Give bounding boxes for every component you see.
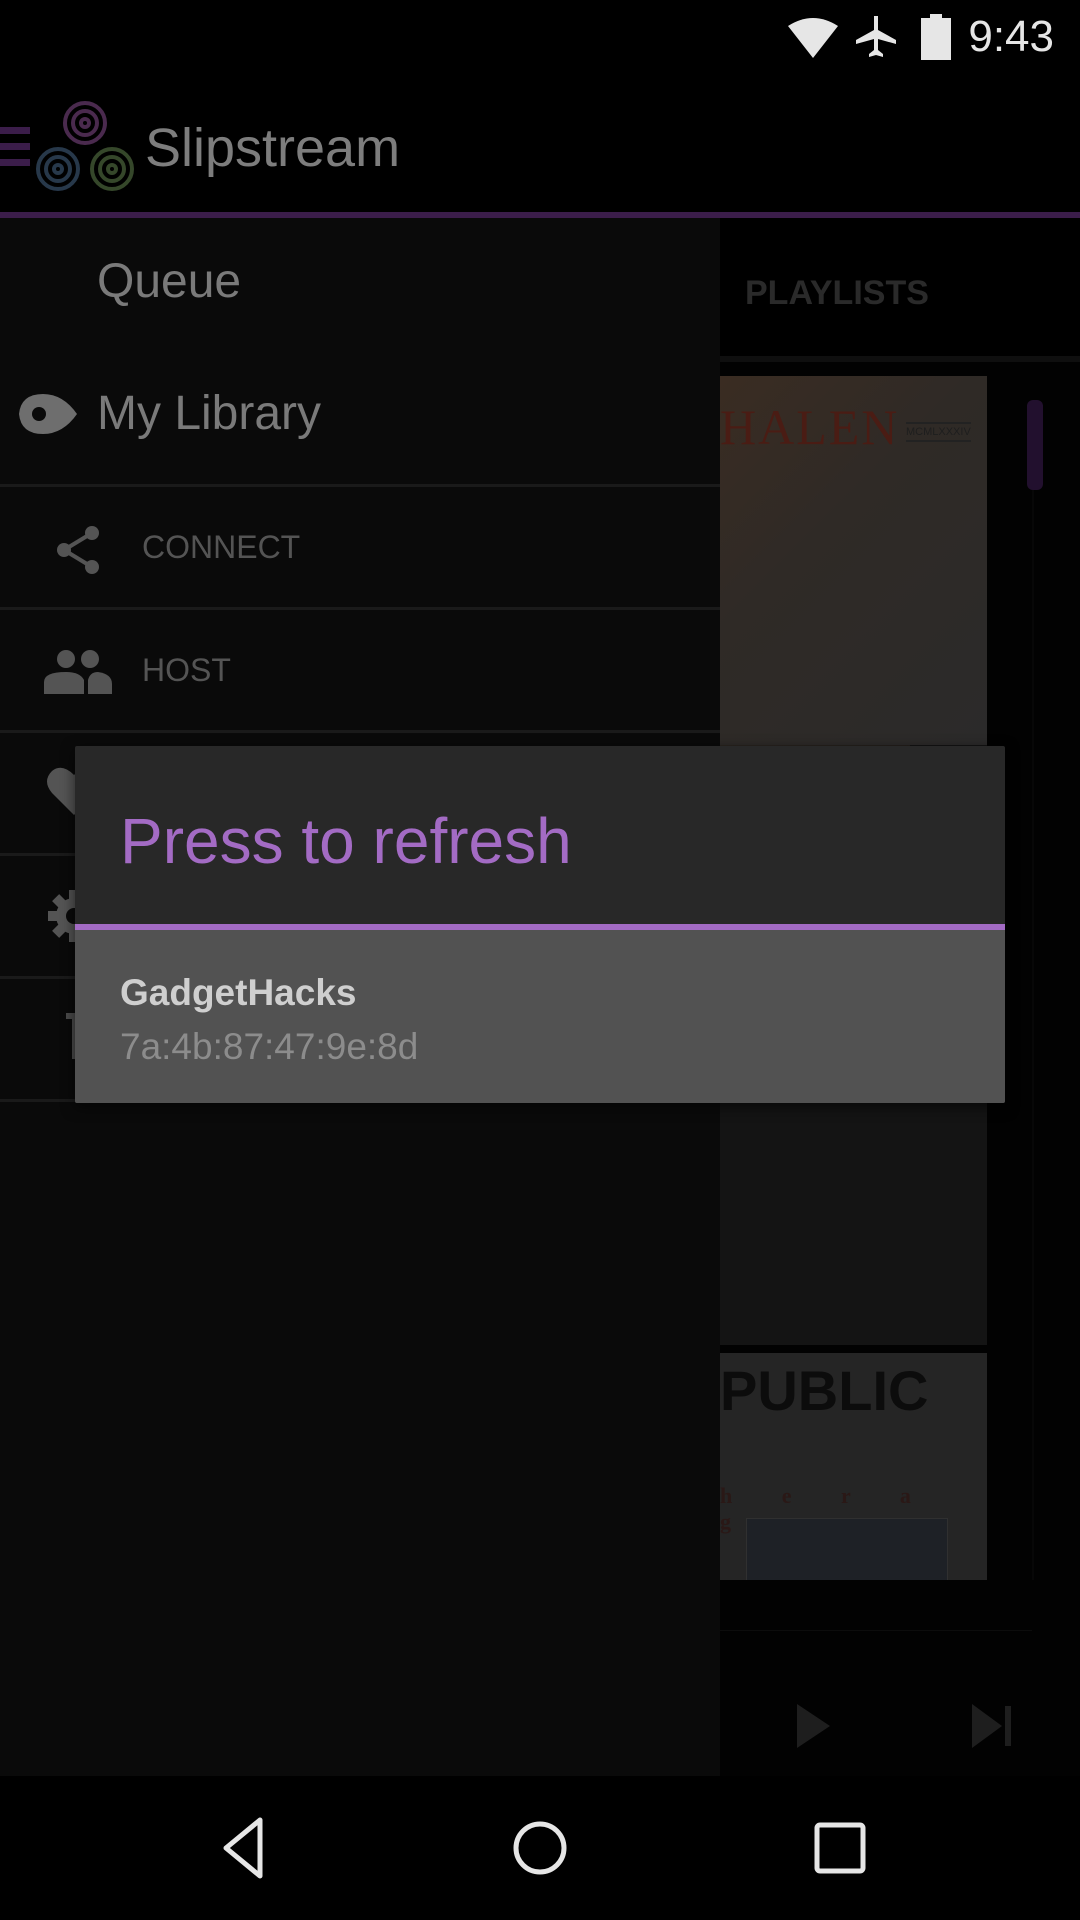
album-tile[interactable]: PUBLIC h e r a g e	[720, 1353, 987, 1580]
scrollbar-thumb[interactable]	[1027, 400, 1043, 490]
device-address: 7a:4b:87:47:9e:8d	[120, 1026, 419, 1067]
album-tile[interactable]: HALEN MCMLXXXIV	[720, 376, 987, 745]
recents-icon[interactable]	[804, 1812, 876, 1884]
app-title: Slipstream	[145, 118, 401, 178]
status-bar: 9:43	[0, 0, 1080, 75]
airplane-mode-icon	[856, 16, 896, 57]
album-title: PUBLIC	[720, 1359, 929, 1422]
dialog-title[interactable]: Press to refresh	[120, 804, 572, 878]
app-bar: Slipstream	[0, 75, 1080, 212]
hamburger-menu-icon[interactable]	[0, 125, 32, 169]
share-icon	[57, 526, 99, 574]
drawer-item-queue[interactable]: Queue	[0, 218, 720, 348]
drawer-item-label: Queue	[97, 255, 242, 308]
clock: 9:43	[968, 12, 1054, 61]
device-name: GadgetHacks	[120, 972, 357, 1013]
drawer-item-label: My Library	[97, 387, 322, 440]
triple-spiral-logo-icon	[36, 101, 134, 191]
device-list-item[interactable]: GadgetHacks 7a:4b:87:47:9e:8d	[75, 930, 1005, 1103]
album-title: HALEN	[720, 399, 900, 455]
skip-next-icon[interactable]	[972, 1704, 1012, 1748]
people-icon	[44, 650, 112, 694]
drawer-item-label: HOST	[142, 652, 231, 688]
scroll-track	[1032, 490, 1034, 1580]
drawer-item-label: CONNECT	[142, 529, 301, 565]
album-art	[746, 1518, 948, 1580]
drawer-item-my-library[interactable]: My Library	[0, 348, 720, 482]
refresh-dialog: Press to refresh GadgetHacks 7a:4b:87:47…	[75, 746, 1005, 1103]
play-icon[interactable]	[797, 1704, 830, 1748]
drawer-item-connect[interactable]: CONNECT	[0, 487, 720, 607]
wifi-icon	[788, 18, 838, 58]
home-icon[interactable]	[504, 1812, 576, 1884]
drawer-item-host[interactable]: HOST	[0, 610, 720, 730]
tab-bar: PLAYLISTS	[720, 218, 1080, 362]
eye-icon	[19, 394, 77, 434]
album-subtitle: MCMLXXXIV	[906, 422, 971, 442]
battery-icon	[921, 14, 951, 60]
system-nav-bar	[0, 1776, 1080, 1920]
player-divider	[720, 1630, 1032, 1631]
player-bar	[720, 1580, 1080, 1776]
back-icon[interactable]	[206, 1812, 278, 1884]
tab-playlists[interactable]: PLAYLISTS	[745, 274, 929, 313]
